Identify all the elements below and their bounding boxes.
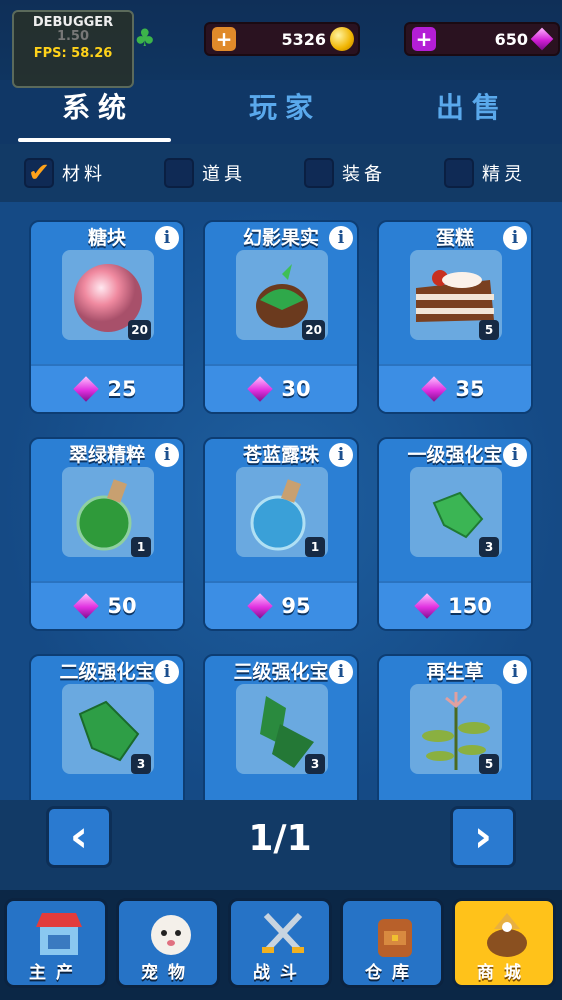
info-icon[interactable]: i [503,226,527,250]
add-coins-button[interactable]: + [212,27,236,51]
backpack-icon [378,919,412,957]
debugger-title: DEBUGGER [32,15,114,30]
nav-label: 商城 [477,963,531,983]
pagination: ‹ 1/1 › [0,800,562,890]
debugger-panel: DEBUGGER 1.50 FPS: 58.26 [12,10,134,88]
info-icon[interactable]: i [503,443,527,467]
checkmark-icon[interactable]: ✔ [24,158,54,188]
item-count: 5 [479,320,499,340]
filter-label: 道具 [202,164,246,185]
item-count: 5 [479,754,499,774]
gem-counter: + 650 [404,22,560,56]
gem-icon [73,593,100,619]
gem-icon [247,593,274,619]
category-filters: ✔ 材料 道具 装备 精灵 [0,150,562,200]
nav-label: 仓库 [365,963,419,983]
item-count: 3 [479,537,499,557]
nav-battle[interactable]: 战斗 [228,898,332,988]
filter-props[interactable]: 道具 [164,158,246,188]
gem-icon [414,593,440,619]
filter-spirits[interactable]: 精灵 [444,158,526,188]
item-price: 35 [455,377,485,401]
price-tag: 35 [379,364,531,412]
info-icon[interactable]: i [329,660,353,684]
price-tag: 30 [205,364,357,412]
filter-materials[interactable]: ✔ 材料 [24,158,106,188]
price-tag: 95 [205,581,357,629]
prev-page-button[interactable]: ‹ [46,806,112,868]
nav-store[interactable]: 商城 [452,898,556,988]
item-card-emerald-essence[interactable]: 翠绿精粹 i 1 50 [29,437,185,631]
gem-icon [530,27,554,51]
tab-sell[interactable]: 出售 [392,86,552,126]
add-gems-button[interactable]: + [412,27,436,51]
gem-icon [247,376,274,402]
item-count: 1 [131,537,151,557]
item-price: 30 [281,377,311,401]
filter-label: 精灵 [482,164,526,185]
nav-pets[interactable]: 宠物 [116,898,220,988]
item-grid: 糖块 i 20 25 幻影果实 i 20 30 蛋糕 i 5 35 翠绿精粹 i… [0,202,562,848]
item-card-phantom-fruit[interactable]: 幻影果实 i 20 30 [203,220,359,414]
nav-label: 战斗 [253,963,307,983]
clover-icon: ♣ [134,24,156,52]
item-price: 50 [107,594,137,618]
coin-icon [330,27,354,51]
checkbox[interactable] [304,158,334,188]
info-icon[interactable]: i [329,443,353,467]
item-count: 20 [128,320,151,340]
pet-face-icon [151,915,191,955]
nav-label: 主产 [29,963,83,983]
info-icon[interactable]: i [503,660,527,684]
nav-label: 宠物 [141,963,195,983]
info-icon[interactable]: i [155,660,179,684]
top-bar: DEBUGGER 1.50 FPS: 58.26 ♣ + 5326 + 650 [0,0,562,88]
active-tab-indicator [18,138,171,142]
item-card-azure-dew[interactable]: 苍蓝露珠 i 1 95 [203,437,359,631]
filter-equipment[interactable]: 装备 [304,158,386,188]
debugger-value: 1.50 [56,29,90,44]
item-count: 3 [305,754,325,774]
chevron-right-icon: › [473,811,493,862]
item-price: 25 [107,377,137,401]
item-price: 150 [448,594,492,618]
bottom-nav: 主产 宠物 战斗 仓库 商城 [0,890,562,1000]
gem-icon [421,376,448,402]
crossed-swords-icon [262,912,304,953]
shop-tabs: 系统 玩家 出售 [0,80,562,144]
item-card-enhance-gem-1[interactable]: 一级强化宝 i 3 150 [377,437,533,631]
nav-warehouse[interactable]: 仓库 [340,898,444,988]
nav-production[interactable]: 主产 [4,898,108,988]
chevron-left-icon: ‹ [69,811,89,862]
item-card-candy[interactable]: 糖块 i 20 25 [29,220,185,414]
next-page-button[interactable]: › [450,806,516,868]
page-indicator: 1/1 [248,818,312,859]
fps-readout: FPS: 58.26 [33,46,113,61]
filter-label: 材料 [62,164,106,185]
checkbox[interactable] [164,158,194,188]
tab-player[interactable]: 玩家 [205,86,365,126]
info-icon[interactable]: i [155,226,179,250]
price-tag: 150 [379,581,531,629]
shop-stall-icon [36,913,82,955]
info-icon[interactable]: i [329,226,353,250]
info-icon[interactable]: i [155,443,179,467]
coin-amount: 5326 [281,29,326,49]
price-tag: 25 [31,364,183,412]
item-price: 95 [281,594,311,618]
tab-system[interactable]: 系统 [18,86,178,126]
item-count: 20 [302,320,325,340]
gem-icon [73,376,100,402]
item-count: 3 [131,754,151,774]
filter-label: 装备 [342,164,386,185]
price-tag: 50 [31,581,183,629]
gem-amount: 650 [494,29,528,49]
item-card-cake[interactable]: 蛋糕 i 5 35 [377,220,533,414]
coin-counter: + 5326 [204,22,360,56]
treasure-bag-icon [487,913,527,957]
item-count: 1 [305,537,325,557]
checkbox[interactable] [444,158,474,188]
